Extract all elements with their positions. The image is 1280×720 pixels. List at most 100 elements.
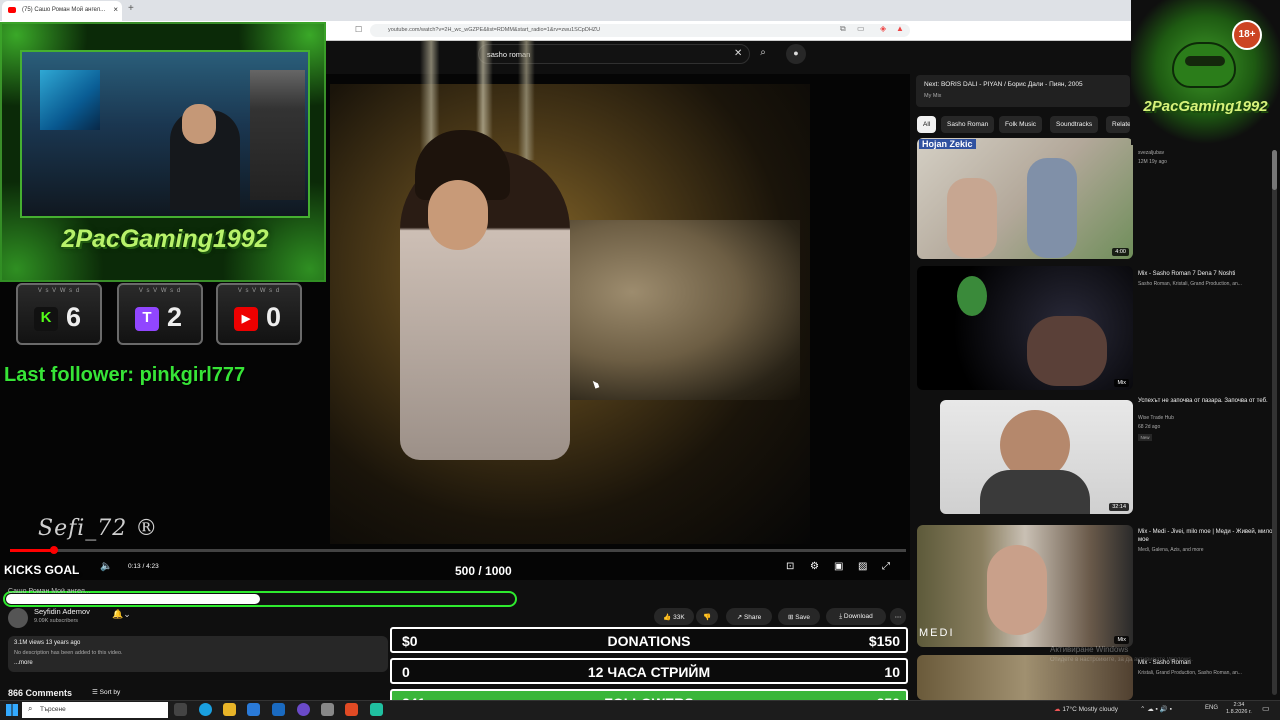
subtitles-icon[interactable]: ⊡ [786, 561, 794, 572]
share-button[interactable]: ↗ Share [726, 608, 772, 625]
browser-tab[interactable]: (75) Сашо Роман Мой ангел... × [2, 1, 122, 21]
mail-icon[interactable] [272, 703, 285, 716]
fullscreen-icon[interactable]: ⤢ [882, 561, 890, 572]
obs-icon[interactable] [297, 703, 310, 716]
chip-related[interactable]: Relate [1106, 116, 1130, 133]
brave-browser-icon[interactable] [345, 703, 358, 716]
browser-tab-bar [0, 0, 1280, 21]
miniplayer-icon[interactable]: ▣ [834, 561, 843, 572]
channel-subscribers: 9.09K subscribers [34, 618, 79, 624]
twitch-count: 2 [167, 302, 183, 332]
system-tray-icons[interactable]: ⌃ ☁ ▪ 🔊 ▪ [1140, 705, 1172, 713]
new-tab-icon[interactable]: + [128, 3, 134, 14]
kicks-goal-fill [6, 594, 260, 604]
channel-avatar[interactable] [8, 608, 28, 628]
sort-label: Sort by [99, 689, 121, 696]
streaming-app-icon[interactable] [370, 703, 383, 716]
sort-comments-button[interactable]: ☰ Sort by [92, 688, 120, 696]
notification-bell-icon[interactable]: 🔔⌄ [112, 609, 131, 620]
share-label: Share [743, 614, 762, 621]
youtube-favicon-icon [8, 7, 16, 13]
volume-icon[interactable]: 🔈 [100, 561, 112, 572]
like-count: 33K [673, 614, 685, 621]
translate-icon[interactable]: ⧉ [840, 24, 846, 34]
age-rating-badge: 18+ [1232, 20, 1262, 50]
rec-duration-3: 32:14 [1109, 503, 1129, 511]
rec-channel-5: Kristali, Grand Production, Sasho Roman,… [1138, 670, 1242, 676]
youtube-count: 0 [266, 302, 282, 332]
task-view-icon[interactable] [174, 703, 187, 716]
more-actions-icon[interactable]: ⋯ [890, 608, 906, 625]
chip-soundtracks[interactable]: Soundtracks [1050, 116, 1099, 133]
thumb-person-1 [947, 178, 997, 258]
rec-title-3[interactable]: Успехът не започва от пазара. Започва от… [1138, 397, 1278, 405]
app-icon[interactable] [321, 703, 334, 716]
like-button[interactable]: 👍 33K [654, 608, 694, 625]
video-progress-bar[interactable] [10, 549, 906, 552]
taskbar-clock[interactable]: 2:34 1.8.2026 г. [1226, 702, 1252, 716]
store-icon[interactable] [247, 703, 260, 716]
rec-thumbnail-1[interactable]: Hojan Zekic 4:00 [917, 138, 1133, 259]
windows-start-icon[interactable] [6, 704, 18, 716]
rec-title-4[interactable]: Mix - Medi - Jivei, milo moe | Меди - Жи… [1138, 528, 1278, 544]
dislike-button[interactable]: 👎 [696, 608, 718, 625]
rec-duration-2: Mix [1114, 379, 1129, 387]
sidebar-scrollbar[interactable] [1272, 150, 1277, 695]
close-tab-icon[interactable]: × [113, 5, 118, 14]
thumb-person-2 [1027, 158, 1077, 258]
rec-stats-3: 68 2d ago [1138, 424, 1161, 430]
language-indicator[interactable]: ENG [1205, 705, 1218, 711]
description-text: No description has been added to this vi… [14, 650, 123, 656]
activate-windows-text: Отидете в настройките, за да активирате … [1050, 657, 1193, 663]
cast-player-icon[interactable]: ▨ [858, 561, 867, 572]
rec-duration-4: Mix [1114, 636, 1129, 644]
sidebar-scrollbar-thumb[interactable] [1272, 150, 1277, 190]
clock-date: 1.8.2026 г. [1226, 709, 1252, 715]
badge-sunglasses-icon [1185, 56, 1225, 66]
chip-all[interactable]: All [917, 116, 937, 133]
tab-title: (75) Сашо Роман Мой ангел... [22, 7, 106, 13]
brave-shield-icon[interactable]: ◈ [880, 24, 886, 33]
views-and-date: 3.1M views 13 years ago [14, 640, 81, 646]
next-up-subtitle: My Mix [924, 93, 942, 99]
webcam-brand-text: 2PacGaming1992 [61, 225, 269, 253]
chip-sasho-roman[interactable]: Sasho Roman [941, 116, 995, 133]
rec-thumbnail-2[interactable]: Mix [917, 266, 1133, 390]
description-more-link[interactable]: ...more [14, 660, 33, 666]
settings-gear-icon[interactable]: ⚙ [810, 561, 819, 572]
cast-icon[interactable]: ▭ [857, 24, 865, 33]
search-icon[interactable]: ⌕ [752, 44, 774, 64]
clear-search-icon[interactable]: ✕ [734, 48, 742, 59]
save-button[interactable]: ⊞ Save [778, 608, 820, 625]
weather-icon: ☁ [1054, 706, 1061, 713]
youtube-icon: ▶ [234, 307, 258, 331]
download-button[interactable]: ⤓ Download [826, 608, 886, 625]
notifications-icon[interactable]: ▭ [1262, 704, 1270, 713]
warning-icon[interactable]: ▲ [896, 24, 904, 33]
stream-label: 12 ЧАСА СТРИЙМ [587, 664, 711, 680]
chip-folk-music[interactable]: Folk Music [999, 116, 1043, 133]
donations-panel: $0 DONATIONS $150 [390, 627, 908, 653]
counter-header: V s V W s d [237, 288, 281, 294]
bookmark-icon[interactable]: ☐ [355, 25, 362, 34]
next-up-box[interactable] [916, 75, 1130, 107]
taskbar-search-input[interactable]: Търсене [22, 702, 168, 718]
microphone-icon[interactable]: ● [786, 44, 806, 64]
rec-thumbnail-3[interactable]: 32:14 [940, 400, 1133, 514]
last-follower-label: Last follower: pinkgirl777 [4, 364, 246, 386]
twitch-icon: T [135, 307, 159, 331]
channel-name[interactable]: Seyfidin Ademov [34, 607, 90, 616]
file-explorer-icon[interactable] [223, 703, 236, 716]
rec-stats-1: 12M 19y ago [1138, 159, 1167, 165]
rec-thumbnail-4[interactable]: MEDI Mix [917, 525, 1133, 647]
webcam-monitor [40, 70, 100, 130]
url-field[interactable]: youtube.com/watch?v=2H_wc_wGZPE&list=RDM… [370, 24, 910, 37]
counter-header: V s V W s d [37, 288, 81, 294]
activate-windows-title: Активиране Windows [1050, 645, 1129, 654]
video-scrubber-handle[interactable] [49, 546, 58, 554]
rec-title-2[interactable]: Mix - Sasho Roman 7 Dena 7 Noshti [1138, 270, 1278, 278]
edge-browser-icon[interactable] [199, 703, 212, 716]
counter-header: V s V W s d [138, 288, 182, 294]
donations-goal: $150 [868, 633, 900, 649]
weather-widget[interactable]: ☁ 17°C Mostly cloudy [1054, 705, 1118, 713]
